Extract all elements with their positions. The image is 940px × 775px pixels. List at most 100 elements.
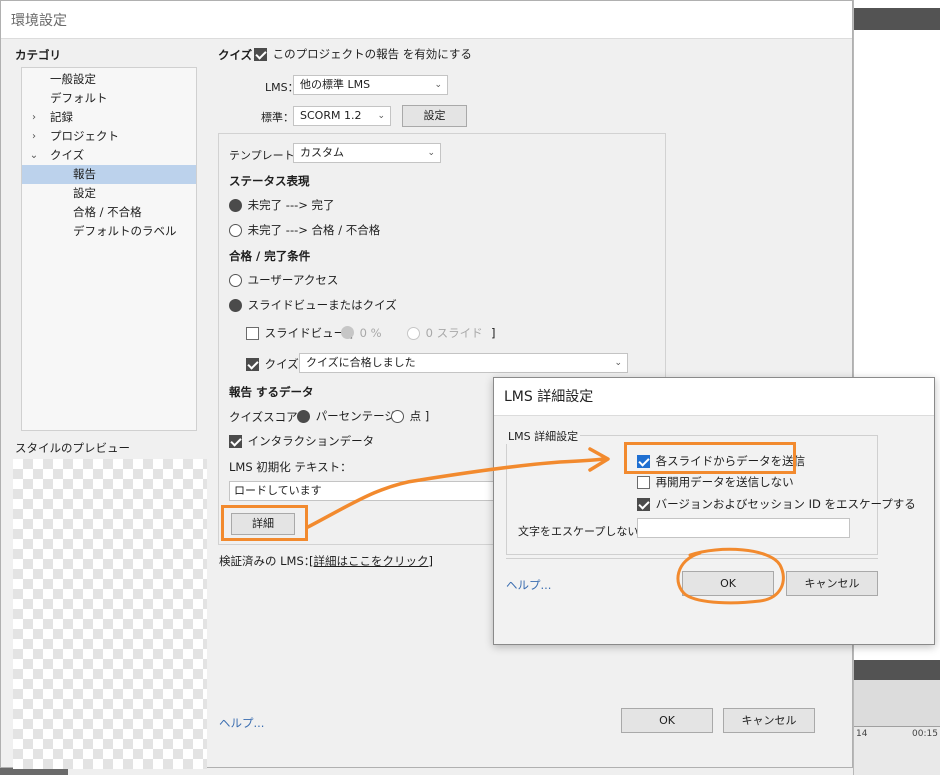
chevron-right-icon[interactable]: › (28, 108, 40, 127)
quiz-score-label: クイズスコア [ (229, 410, 306, 424)
standard-select[interactable]: SCORM 1.2 ⌄ (293, 106, 391, 126)
score-percent-option[interactable]: パーセンテージ (297, 408, 396, 424)
tree-item-settings[interactable]: 設定 (22, 184, 196, 203)
tree-item-pass-fail[interactable]: 合格 / 不合格 (22, 203, 196, 222)
tree-item-reporting[interactable]: 報告 (22, 165, 196, 184)
lms-dialog-title: LMS 詳細設定 (494, 378, 934, 416)
standard-select-value: SCORM 1.2 (300, 109, 362, 122)
slideview-or-quiz-label: スライドビューまたはクイズ (247, 298, 397, 312)
tree-item-general[interactable]: 一般設定 (22, 70, 196, 89)
status-complete-radio[interactable] (229, 198, 242, 212)
slideview-or-quiz-radio[interactable] (229, 298, 242, 312)
ruler-tick-label: 00:15 (912, 729, 938, 739)
quiz-condition-value: クイズに合格しました (306, 356, 416, 369)
category-label: カテゴリ (15, 48, 61, 62)
timeline-header (854, 660, 940, 680)
template-select[interactable]: カスタム ⌄ (293, 143, 441, 163)
ruler-tick-label: 14 (856, 729, 868, 739)
chevron-down-icon[interactable]: ⌄ (28, 146, 40, 165)
help-link[interactable]: ヘルプ... (219, 715, 264, 731)
escape-version-row[interactable]: バージョンおよびセッション ID をエスケープする (637, 496, 916, 512)
score-percent-radio[interactable] (297, 409, 310, 423)
slideview-row[interactable]: スライドビュー [ (246, 325, 353, 341)
enable-reporting-checkbox[interactable] (254, 47, 267, 61)
style-preview-label: スタイルのプレビュー (15, 441, 130, 455)
escape-version-checkbox[interactable] (637, 497, 650, 511)
no-escape-label: 文字をエスケープしない： (518, 525, 650, 538)
slideview-slides-label: 0 スライド (425, 326, 483, 340)
enable-reporting-row[interactable]: このプロジェクトの報告 を有効にする (254, 46, 472, 62)
tree-item-recording[interactable]: › 記録 (22, 108, 196, 127)
slideview-close-bracket: ] (491, 326, 496, 340)
lms-help-link[interactable]: ヘルプ... (506, 577, 551, 593)
status-option-pass-fail[interactable]: 未完了 ---> 合格 / 不合格 (229, 222, 380, 238)
quiz-condition-checkbox[interactable] (246, 357, 259, 371)
tree-item-default-labels[interactable]: デフォルトのラベル (22, 222, 196, 241)
condition-slideview-or-quiz[interactable]: スライドビューまたはクイズ (229, 297, 397, 313)
lms-select[interactable]: 他の標準 LMS ⌄ (293, 75, 448, 95)
standard-label: 標準： (261, 111, 294, 124)
template-select-value: カスタム (300, 146, 344, 159)
interaction-data-checkbox[interactable] (229, 434, 242, 448)
slideview-percent-label: 0 % (359, 325, 382, 340)
background-toolbar (854, 8, 940, 30)
chevron-down-icon: ⌄ (427, 148, 435, 158)
settings-button[interactable]: 設定 (402, 105, 467, 127)
user-access-label: ユーザーアクセス (247, 273, 339, 287)
score-points-label: 点 ] (409, 409, 430, 423)
escape-version-label: バージョンおよびセッション ID をエスケープする (655, 497, 916, 511)
status-pass-fail-radio[interactable] (229, 223, 242, 237)
background-strip (0, 768, 68, 775)
condition-heading: 合格 / 完了条件 (229, 249, 311, 263)
no-resume-data-row[interactable]: 再開用データを送信しない (637, 474, 794, 490)
category-tree: 一般設定 デフォルト › 記録 › プロジェクト ⌄ クイズ 報告 設定 合格 / 不… (21, 67, 197, 431)
slideview-percent-radio[interactable] (341, 326, 354, 339)
score-points-radio[interactable] (391, 409, 404, 423)
chevron-down-icon: ⌄ (614, 358, 622, 368)
slideview-slides-option[interactable]: 0 スライド (407, 325, 483, 341)
lms-init-input[interactable]: ロードしています (229, 481, 501, 501)
timeline-ruler: 14 00:15 (854, 726, 940, 775)
score-percent-label: パーセンテージ (315, 409, 396, 423)
window-title: 環境設定 (1, 1, 852, 39)
status-heading: ステータス表現 (229, 174, 310, 188)
lms-ok-button[interactable]: OK (682, 571, 774, 596)
slideview-label: スライドビュー [ (264, 326, 354, 340)
slideview-percent-option[interactable]: 0 % (341, 325, 382, 340)
background-timeline: 14 00:15 (854, 660, 940, 775)
user-access-radio[interactable] (229, 273, 242, 287)
interaction-data-label: インタラクションデータ (247, 434, 375, 448)
slideview-checkbox[interactable] (246, 326, 259, 340)
status-complete-label: 未完了 ---> 完了 (247, 198, 335, 212)
slideview-slides-radio[interactable] (407, 326, 420, 340)
tree-item-project[interactable]: › プロジェクト (22, 127, 196, 146)
style-preview (13, 459, 207, 769)
quiz-condition-row[interactable]: クイズ (246, 356, 299, 372)
condition-user-access[interactable]: ユーザーアクセス (229, 272, 338, 288)
chevron-right-icon[interactable]: › (28, 127, 40, 146)
cancel-button[interactable]: キャンセル (723, 708, 815, 733)
chevron-down-icon: ⌄ (377, 111, 385, 121)
verified-lms-link[interactable]: [詳細はここをクリック] (309, 553, 433, 569)
tree-item-defaults[interactable]: デフォルト (22, 89, 196, 108)
annotation-highlight-details (221, 505, 308, 541)
quiz-condition-select[interactable]: クイズに合格しました ⌄ (299, 353, 628, 373)
lms-advanced-dialog: LMS 詳細設定 LMS 詳細設定 各スライドからデータを送信 再開用データを送… (493, 377, 935, 645)
tree-item-quiz[interactable]: ⌄ クイズ (22, 146, 196, 165)
ok-button[interactable]: OK (621, 708, 713, 733)
annotation-highlight-send-each-slide (624, 442, 796, 474)
status-pass-fail-label: 未完了 ---> 合格 / 不合格 (247, 223, 381, 237)
verified-lms-label: 検証済みの LMS： (219, 554, 316, 568)
lms-group-label: LMS 詳細設定 (506, 428, 581, 444)
lms-select-value: 他の標準 LMS (300, 78, 371, 91)
report-data-heading: 報告 するデータ (229, 385, 314, 399)
interaction-data-row[interactable]: インタラクションデータ (229, 433, 374, 449)
lms-cancel-button[interactable]: キャンセル (786, 571, 878, 596)
enable-reporting-label: このプロジェクトの報告 を有効にする (272, 47, 472, 61)
status-option-complete[interactable]: 未完了 ---> 完了 (229, 197, 335, 213)
lms-divider (506, 558, 878, 559)
score-points-option[interactable]: 点 ] (391, 408, 429, 424)
no-escape-input[interactable] (637, 518, 850, 538)
no-resume-data-label: 再開用データを送信しない (655, 475, 794, 489)
no-resume-data-checkbox[interactable] (637, 475, 650, 489)
